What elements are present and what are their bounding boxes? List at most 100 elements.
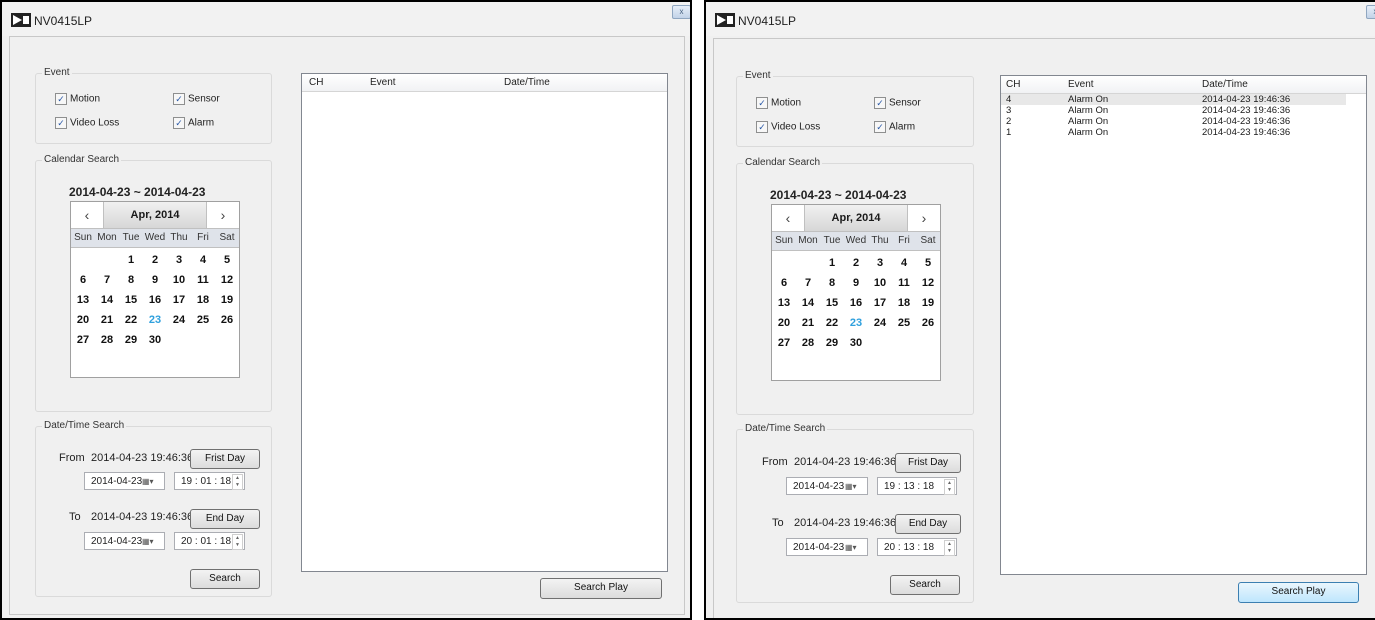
calendar-dropdown-icon[interactable]: ▦▾ — [142, 476, 160, 487]
calendar-day[interactable]: 16 — [143, 290, 167, 310]
end-day-button[interactable]: End Day — [190, 509, 260, 529]
time-spinner-icon[interactable]: ▲ ▼ — [232, 534, 243, 550]
search-button[interactable]: Search — [890, 575, 960, 595]
calendar-day[interactable]: 3 — [868, 253, 892, 273]
calendar-day[interactable]: 6 — [71, 270, 95, 290]
calendar-day[interactable]: 13 — [71, 290, 95, 310]
calendar-day[interactable]: 26 — [215, 310, 239, 330]
calendar-dropdown-icon[interactable]: ▦▾ — [845, 481, 863, 492]
calendar-day[interactable]: 10 — [868, 273, 892, 293]
end-day-button[interactable]: End Day — [895, 514, 961, 534]
calendar-day[interactable]: 8 — [119, 270, 143, 290]
calendar-day[interactable]: 23 — [143, 310, 167, 330]
calendar-day[interactable]: 15 — [820, 293, 844, 313]
table-row[interactable]: 4 Alarm On 2014-04-23 19:46:36 — [1001, 94, 1346, 105]
sensor-checkbox[interactable]: ✓ Sensor — [173, 93, 220, 107]
next-month-button[interactable]: › — [206, 202, 239, 228]
to-time-picker[interactable]: 20 : 01 : 18 ▲ ▼ — [174, 532, 245, 550]
first-day-button[interactable]: Frist Day — [190, 449, 260, 469]
calendar-day[interactable]: 6 — [772, 273, 796, 293]
calendar-day[interactable]: 17 — [868, 293, 892, 313]
prev-month-button[interactable]: ‹ — [772, 205, 805, 231]
close-button[interactable]: x — [1366, 5, 1375, 19]
motion-checkbox[interactable]: ✓ Motion — [756, 97, 801, 111]
calendar-day[interactable]: 18 — [191, 290, 215, 310]
motion-checkbox[interactable]: ✓ Motion — [55, 93, 100, 107]
calendar-day[interactable]: 29 — [119, 330, 143, 350]
next-month-button[interactable]: › — [907, 205, 940, 231]
calendar-day[interactable]: 21 — [95, 310, 119, 330]
calendar-day[interactable]: 9 — [844, 273, 868, 293]
calendar-day[interactable]: 14 — [95, 290, 119, 310]
close-button[interactable]: x — [672, 5, 690, 19]
calendar-day[interactable]: 2 — [844, 253, 868, 273]
ch-column-header[interactable]: CH — [1006, 76, 1020, 93]
calendar-day[interactable]: 23 — [844, 313, 868, 333]
from-time-picker[interactable]: 19 : 01 : 18 ▲ ▼ — [174, 472, 245, 490]
event-list[interactable]: CH Event Date/Time — [301, 73, 668, 572]
calendar-day[interactable]: 4 — [892, 253, 916, 273]
calendar-day[interactable]: 1 — [820, 253, 844, 273]
table-row[interactable]: 2 Alarm On 2014-04-23 19:46:36 — [1001, 116, 1346, 127]
alarm-checkbox[interactable]: ✓ Alarm — [173, 117, 214, 131]
calendar-day[interactable]: 9 — [143, 270, 167, 290]
calendar-day[interactable]: 11 — [191, 270, 215, 290]
calendar-day[interactable]: 27 — [71, 330, 95, 350]
from-date-picker[interactable]: 2014-04-23 ▦▾ — [786, 477, 868, 495]
datetime-column-header[interactable]: Date/Time — [504, 74, 550, 91]
search-button[interactable]: Search — [190, 569, 260, 589]
calendar-day[interactable]: 7 — [95, 270, 119, 290]
calendar-day[interactable]: 12 — [215, 270, 239, 290]
calendar-month-title[interactable]: Apr, 2014 — [805, 205, 907, 231]
calendar-day[interactable]: 29 — [820, 333, 844, 353]
calendar-day[interactable]: 10 — [167, 270, 191, 290]
table-row[interactable]: 1 Alarm On 2014-04-23 19:46:36 — [1001, 127, 1346, 138]
calendar-day[interactable]: 18 — [892, 293, 916, 313]
search-play-button[interactable]: Search Play — [1238, 582, 1359, 603]
calendar-day[interactable]: 24 — [167, 310, 191, 330]
alarm-checkbox[interactable]: ✓ Alarm — [874, 121, 915, 135]
calendar-day[interactable]: 21 — [796, 313, 820, 333]
calendar-day[interactable]: 12 — [916, 273, 940, 293]
calendar-day[interactable]: 20 — [772, 313, 796, 333]
prev-month-button[interactable]: ‹ — [71, 202, 104, 228]
calendar-day[interactable]: 28 — [95, 330, 119, 350]
event-column-header[interactable]: Event — [1068, 76, 1094, 93]
calendar-day[interactable]: 5 — [215, 250, 239, 270]
ch-column-header[interactable]: CH — [309, 74, 323, 91]
month-calendar[interactable]: ‹ Apr, 2014 › Sun Mon Tue Wed Thu Fri Sat 1234… — [70, 201, 240, 378]
calendar-month-title[interactable]: Apr, 2014 — [104, 202, 206, 228]
calendar-day[interactable]: 22 — [820, 313, 844, 333]
calendar-day[interactable]: 26 — [916, 313, 940, 333]
calendar-day[interactable]: 13 — [772, 293, 796, 313]
calendar-day[interactable]: 4 — [191, 250, 215, 270]
event-list[interactable]: CH Event Date/Time 4 Alarm On 2014-04-23 1… — [1000, 75, 1367, 575]
calendar-day[interactable]: 28 — [796, 333, 820, 353]
calendar-day[interactable]: 11 — [892, 273, 916, 293]
time-spinner-icon[interactable]: ▲ ▼ — [944, 540, 955, 556]
calendar-day[interactable]: 17 — [167, 290, 191, 310]
time-spinner-icon[interactable]: ▲ ▼ — [232, 474, 243, 490]
from-date-picker[interactable]: 2014-04-23 ▦▾ — [84, 472, 165, 490]
calendar-day[interactable]: 25 — [892, 313, 916, 333]
calendar-day[interactable]: 3 — [167, 250, 191, 270]
to-time-picker[interactable]: 20 : 13 : 18 ▲ ▼ — [877, 538, 957, 556]
first-day-button[interactable]: Frist Day — [895, 453, 961, 473]
calendar-day[interactable]: 15 — [119, 290, 143, 310]
to-date-picker[interactable]: 2014-04-23 ▦▾ — [786, 538, 868, 556]
event-column-header[interactable]: Event — [370, 74, 396, 91]
video-loss-checkbox[interactable]: ✓ Video Loss — [55, 117, 119, 131]
search-play-button[interactable]: Search Play — [540, 578, 662, 599]
calendar-day[interactable]: 5 — [916, 253, 940, 273]
calendar-day[interactable]: 14 — [796, 293, 820, 313]
calendar-day[interactable]: 25 — [191, 310, 215, 330]
calendar-day[interactable]: 2 — [143, 250, 167, 270]
calendar-day[interactable]: 20 — [71, 310, 95, 330]
calendar-day[interactable]: 19 — [916, 293, 940, 313]
calendar-day[interactable]: 22 — [119, 310, 143, 330]
calendar-day[interactable]: 19 — [215, 290, 239, 310]
sensor-checkbox[interactable]: ✓ Sensor — [874, 97, 921, 111]
from-time-picker[interactable]: 19 : 13 : 18 ▲ ▼ — [877, 477, 957, 495]
month-calendar[interactable]: ‹ Apr, 2014 › Sun Mon Tue Wed Thu Fri Sat 1234… — [771, 204, 941, 381]
to-date-picker[interactable]: 2014-04-23 ▦▾ — [84, 532, 165, 550]
